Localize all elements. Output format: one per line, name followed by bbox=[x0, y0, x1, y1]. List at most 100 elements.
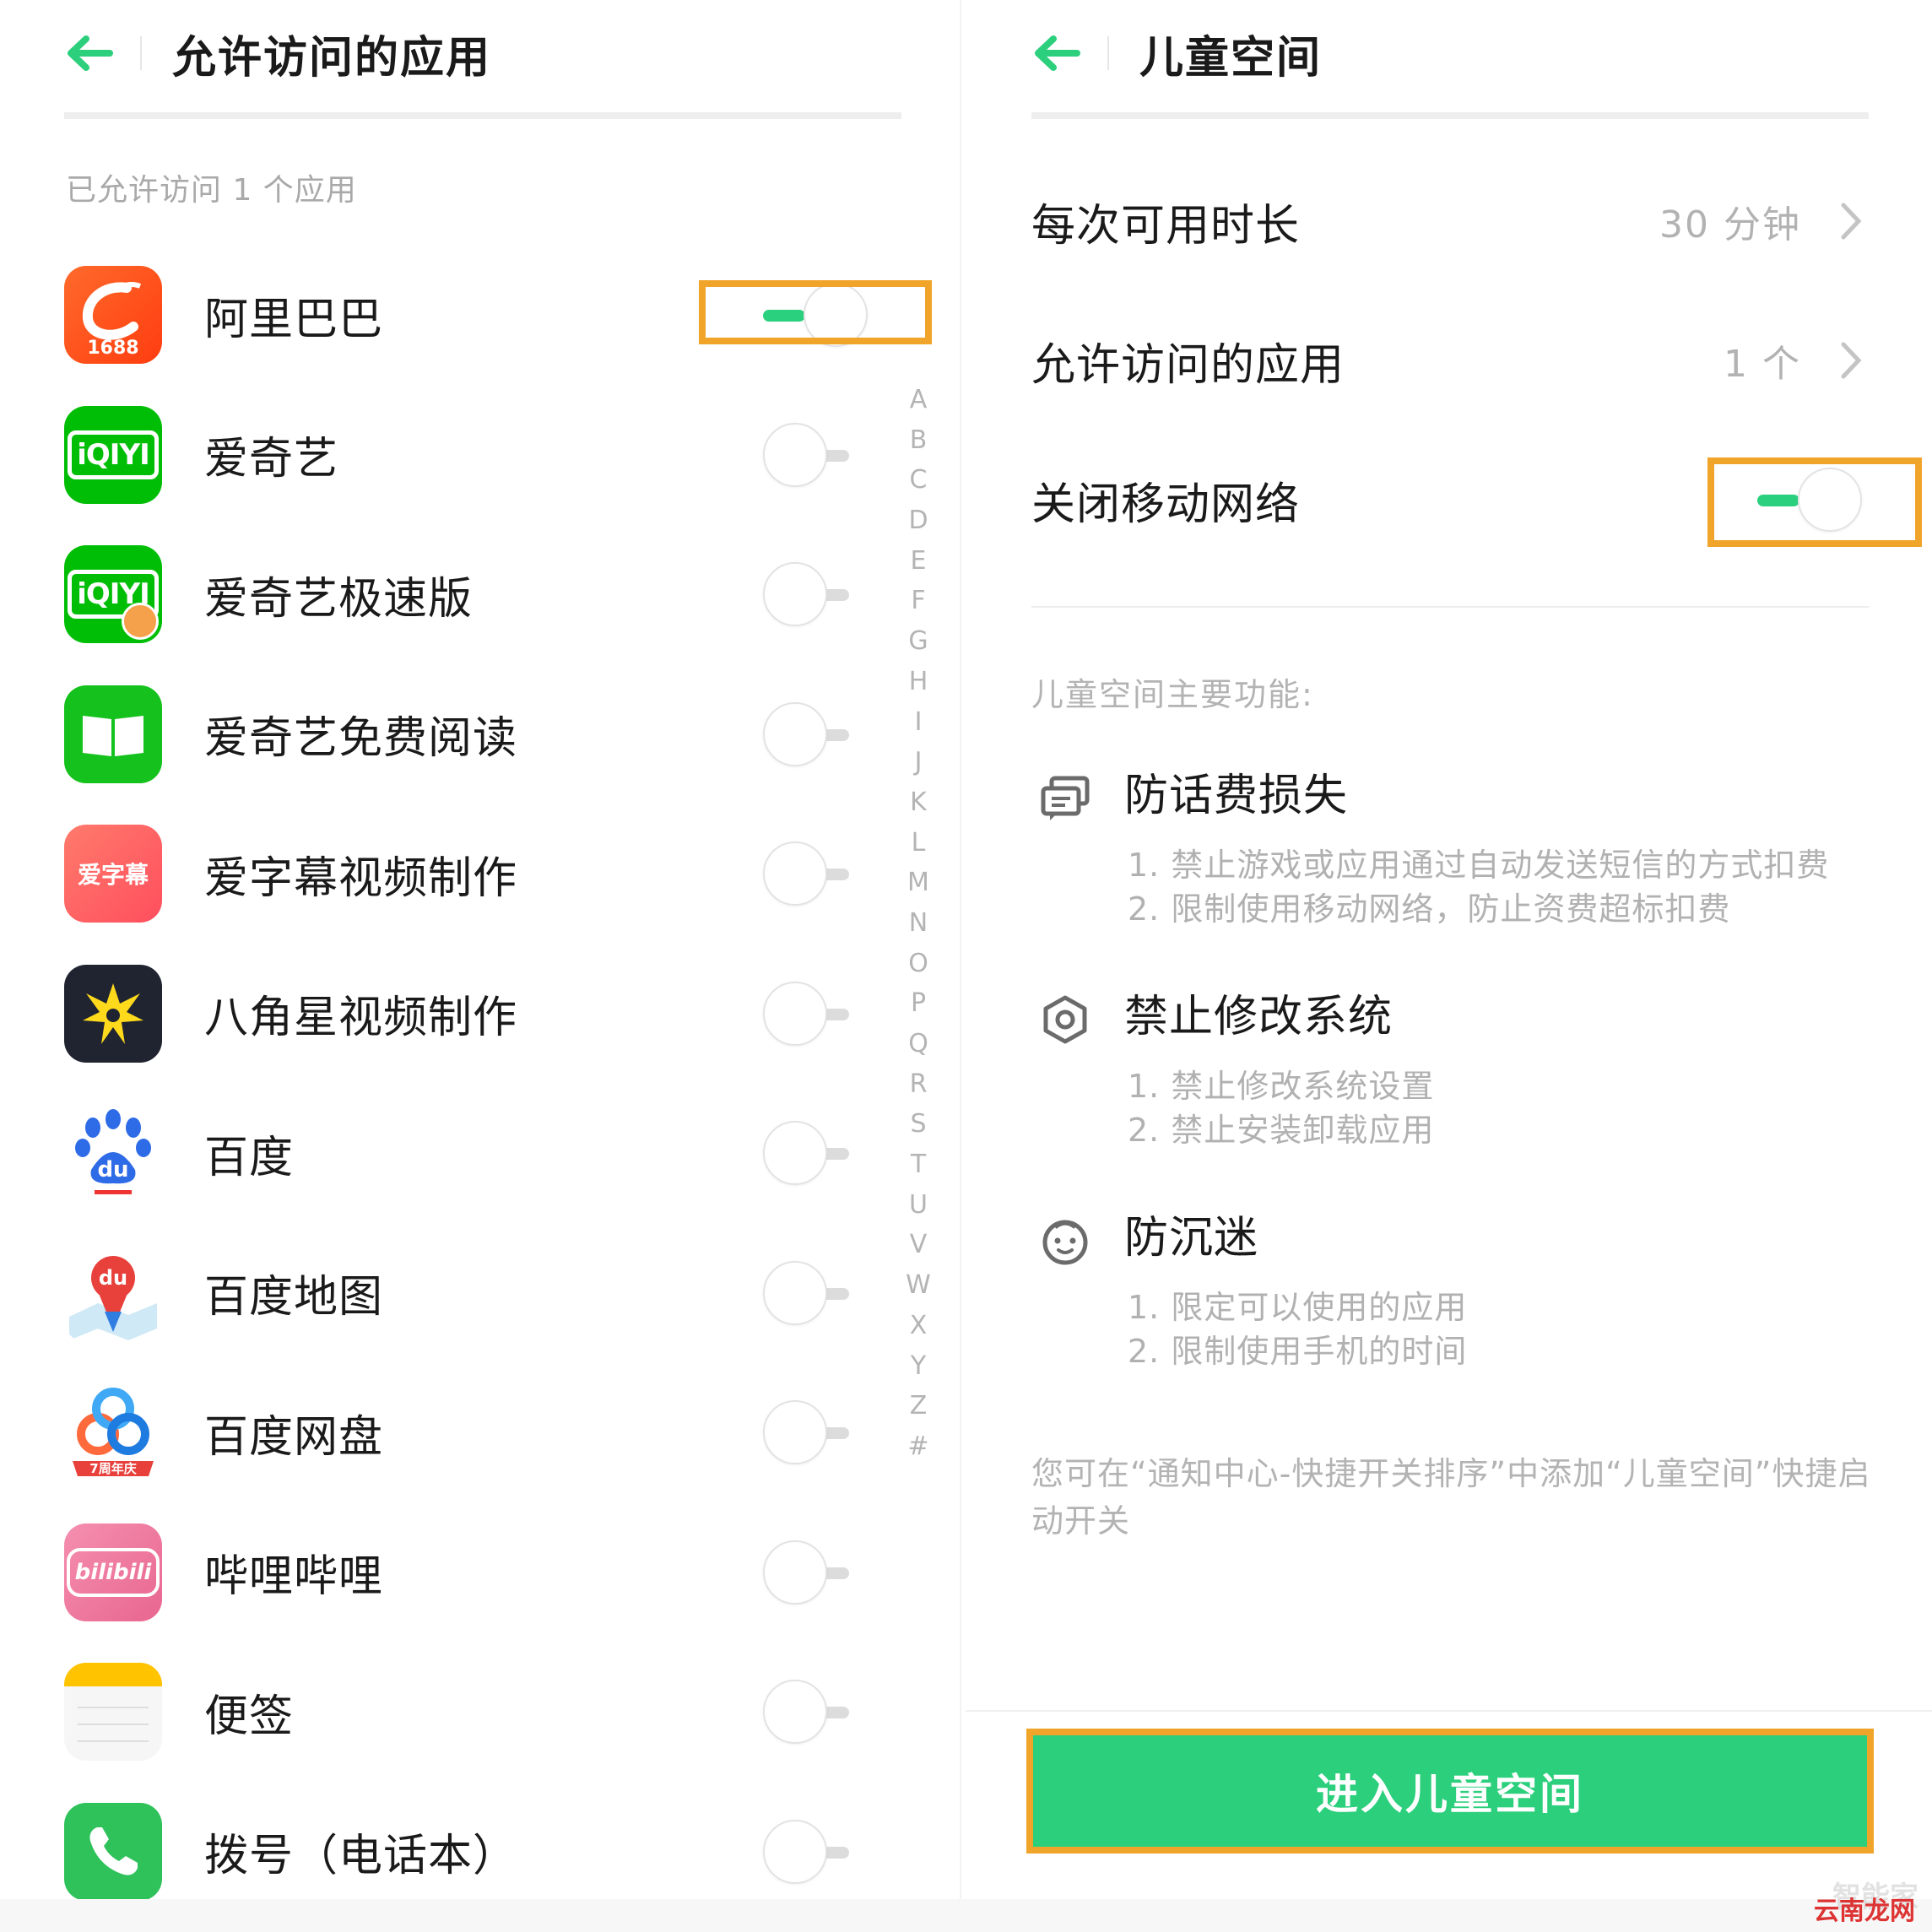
app-row[interactable]: 拨号（电话本） bbox=[64, 1793, 858, 1911]
toggle-knob bbox=[763, 1400, 827, 1464]
index-letter[interactable]: W bbox=[901, 1265, 935, 1306]
index-letter[interactable]: B bbox=[901, 420, 935, 461]
toggle-knob bbox=[763, 1260, 827, 1325]
child-face-icon bbox=[1031, 1207, 1099, 1274]
index-letter[interactable]: P bbox=[901, 983, 935, 1024]
app-row[interactable]: 爱奇艺免费阅读 bbox=[64, 675, 858, 793]
app-toggle[interactable] bbox=[756, 1539, 858, 1606]
usage-duration-row[interactable]: 每次可用时长 30 分钟 bbox=[1031, 170, 1869, 272]
feature-line: 2. 禁止安装卸载应用 bbox=[1128, 1112, 1435, 1149]
index-letter[interactable]: J bbox=[901, 742, 935, 782]
app-toggle[interactable] bbox=[756, 1119, 858, 1187]
back-button[interactable] bbox=[64, 28, 115, 78]
index-letter[interactable]: M bbox=[901, 863, 935, 903]
enter-button-highlight bbox=[1026, 1729, 1874, 1854]
phone-icon bbox=[64, 1802, 162, 1901]
toggle-knob bbox=[763, 842, 827, 906]
feature-title: 防话费损失 bbox=[1124, 771, 1349, 821]
allowed-apps-value: 1 个 bbox=[1724, 343, 1801, 386]
app-toggle[interactable] bbox=[756, 560, 858, 628]
message-card-icon bbox=[1031, 765, 1099, 832]
app-row[interactable]: du 百度地图 bbox=[64, 1234, 858, 1352]
app-row[interactable]: 7周年庆 百度网盘 bbox=[64, 1373, 858, 1491]
app-toggle[interactable] bbox=[756, 980, 858, 1047]
app-name: 百度地图 bbox=[204, 1272, 384, 1323]
index-letter[interactable]: S bbox=[901, 1104, 935, 1145]
toggle-knob bbox=[763, 701, 827, 766]
svg-text:1688: 1688 bbox=[87, 338, 138, 359]
feature-line: 2. 限制使用手机的时间 bbox=[1128, 1333, 1468, 1370]
shortcut-note: 您可在“通知中心-快捷开关排序”中添加“儿童空间”快捷启动开关 bbox=[1031, 1455, 1871, 1540]
index-letter[interactable]: L bbox=[901, 823, 935, 863]
app-toggle[interactable] bbox=[756, 1818, 858, 1886]
index-letter[interactable]: U bbox=[901, 1185, 935, 1226]
app-toggle[interactable] bbox=[756, 840, 858, 907]
index-letter[interactable]: Z bbox=[901, 1386, 935, 1426]
index-letter[interactable]: # bbox=[901, 1426, 935, 1467]
kids-space-screen: 儿童空间 每次可用时长 30 分钟 允许访问的应用 1 个 关闭移动网络 儿童空… bbox=[966, 0, 1932, 1932]
index-letter[interactable]: G bbox=[901, 621, 935, 662]
aizimu-icon: 爱字幕 bbox=[64, 825, 162, 923]
header: 允许访问的应用 bbox=[64, 24, 492, 84]
app-row[interactable]: 爱字幕 爱字幕视频制作 bbox=[64, 814, 858, 933]
app-toggle[interactable] bbox=[756, 1678, 858, 1745]
app-row[interactable]: 便签 bbox=[64, 1653, 858, 1771]
index-letter[interactable]: T bbox=[901, 1145, 935, 1185]
back-button[interactable] bbox=[1031, 28, 1082, 78]
app-name: 百度 bbox=[204, 1132, 295, 1183]
app-row[interactable]: iQIYI 爱奇艺 bbox=[64, 396, 858, 514]
app-name: 哔哩哔哩 bbox=[204, 1551, 384, 1602]
chevron-right-icon bbox=[1835, 196, 1869, 246]
index-letter[interactable]: N bbox=[901, 903, 935, 944]
header-separator bbox=[1107, 36, 1109, 70]
app-row[interactable]: du 百度 bbox=[64, 1094, 858, 1212]
index-letter[interactable]: O bbox=[901, 944, 935, 984]
toggle-knob bbox=[763, 1680, 827, 1744]
index-letter[interactable]: R bbox=[901, 1064, 935, 1105]
chevron-right-icon bbox=[1835, 335, 1869, 386]
bajiaoxing-icon bbox=[64, 964, 162, 1063]
index-letter[interactable]: F bbox=[901, 581, 935, 621]
index-letter[interactable]: Q bbox=[901, 1024, 935, 1064]
app-name: 八角星视频制作 bbox=[204, 993, 518, 1043]
notes-icon bbox=[64, 1663, 162, 1761]
feature-line: 1. 限定可以使用的应用 bbox=[1128, 1289, 1468, 1326]
index-letter[interactable]: I bbox=[901, 702, 935, 743]
back-arrow-icon bbox=[1035, 35, 1080, 71]
app-row[interactable]: 八角星视频制作 bbox=[64, 955, 858, 1073]
feature-line: 2. 限制使用移动网络，防止资费超标扣费 bbox=[1128, 890, 1731, 928]
header-separator bbox=[140, 36, 142, 70]
baidu-icon: du bbox=[64, 1104, 162, 1202]
index-letter[interactable]: E bbox=[901, 541, 935, 582]
index-letter[interactable]: X bbox=[901, 1306, 935, 1346]
index-letter[interactable]: D bbox=[901, 501, 935, 541]
bilibili-icon: bilibili bbox=[64, 1523, 162, 1621]
watermark-logo: 云南龙网 bbox=[1814, 1897, 1915, 1926]
app-toggle[interactable] bbox=[756, 1399, 858, 1466]
features-heading: 儿童空间主要功能: bbox=[1031, 676, 1314, 713]
toggle-knob bbox=[763, 562, 827, 626]
app-toggle[interactable] bbox=[756, 421, 858, 489]
baidu-netdisk-icon: 7周年庆 bbox=[64, 1383, 162, 1481]
alphabet-index[interactable]: A B C D E F G H I J K L M N O P Q R S T U V W X Y Z # bbox=[901, 380, 935, 1467]
allowed-apps-row[interactable]: 允许访问的应用 1 个 bbox=[1031, 310, 1869, 411]
index-letter[interactable]: K bbox=[901, 782, 935, 823]
section-divider bbox=[1031, 606, 1869, 608]
app-row[interactable]: bilibili 哔哩哔哩 bbox=[64, 1513, 858, 1632]
index-letter[interactable]: V bbox=[901, 1225, 935, 1265]
app-row[interactable]: iQIYI 爱奇艺极速版 bbox=[64, 535, 858, 653]
feature-line: 1. 禁止修改系统设置 bbox=[1128, 1068, 1435, 1105]
index-letter[interactable]: C bbox=[901, 460, 935, 501]
index-letter[interactable]: A bbox=[901, 380, 935, 420]
toggle-knob bbox=[763, 1121, 827, 1185]
allowed-count-label: 已允许访问 1 个应用 bbox=[66, 173, 357, 208]
page-title: 允许访问的应用 bbox=[172, 32, 492, 84]
app-toggle[interactable] bbox=[756, 1259, 858, 1327]
iqiyi-reader-icon bbox=[64, 685, 162, 783]
feature-title: 禁止修改系统 bbox=[1124, 992, 1394, 1042]
app-name: 便签 bbox=[204, 1691, 295, 1742]
index-letter[interactable]: H bbox=[901, 662, 935, 702]
index-letter[interactable]: Y bbox=[901, 1346, 935, 1387]
app-toggle[interactable] bbox=[756, 701, 858, 768]
usage-duration-label: 每次可用时长 bbox=[1031, 200, 1301, 252]
